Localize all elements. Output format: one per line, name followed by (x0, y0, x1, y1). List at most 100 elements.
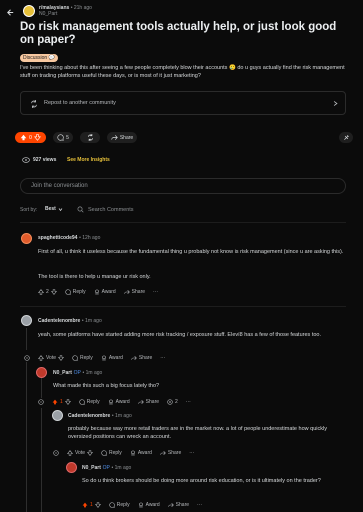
upvote-icon[interactable] (38, 354, 44, 361)
share-button[interactable]: Share (107, 132, 137, 143)
award-button[interactable] (339, 132, 353, 143)
share-icon (124, 289, 130, 294)
comment-time: • 1m ago (81, 318, 102, 324)
award-icon (102, 355, 106, 361)
award-button[interactable]: Award (130, 450, 152, 456)
share-button[interactable]: Share (138, 399, 159, 405)
comment-author[interactable]: N0_Part (53, 370, 72, 376)
reply-button[interactable]: Reply (79, 399, 100, 405)
vote-count: 2 (46, 288, 49, 295)
collapse-thread-icon[interactable] (53, 449, 59, 456)
share-icon (160, 450, 166, 455)
more-options-button[interactable]: ··· (189, 450, 194, 456)
replies-toggle[interactable]: 2 (167, 399, 178, 405)
repost-label: Repost to another community (44, 100, 116, 106)
comment-icon (109, 501, 115, 508)
reply-label: Reply (116, 501, 130, 508)
more-options-button[interactable]: ··· (197, 502, 202, 508)
comment-author[interactable]: N0_Part (82, 465, 101, 471)
vote-group: 1 (52, 399, 71, 405)
collapse-thread-icon[interactable] (24, 354, 30, 361)
upvote-icon[interactable] (38, 288, 44, 295)
avatar[interactable] (66, 462, 77, 473)
search-comments[interactable]: Search Comments (77, 206, 134, 213)
comment-author[interactable]: Cadentelenombre (68, 413, 110, 419)
downvote-icon[interactable] (58, 354, 64, 361)
share-button[interactable]: Share (168, 502, 189, 508)
views-count: 927 views (33, 157, 57, 163)
more-options-button[interactable]: ··· (160, 355, 165, 361)
comment-icon (101, 449, 107, 456)
reply-button[interactable]: Reply (72, 355, 93, 361)
award-button[interactable]: Award (101, 355, 123, 361)
comment-author[interactable]: spaghetticode94 (38, 235, 77, 241)
comment-time: • 1m ago (82, 370, 103, 376)
repost-icon (31, 100, 37, 108)
see-insights-link[interactable]: See More Insights (67, 157, 110, 163)
share-label: Share (131, 288, 146, 295)
avatar[interactable] (36, 367, 47, 378)
subreddit-avatar[interactable] (23, 5, 35, 17)
comment-author[interactable]: Cadentelenombre (38, 318, 80, 324)
subreddit-meta: r/malaysians • 21h ago N0_Part (39, 5, 92, 17)
award-button[interactable]: Award (94, 289, 116, 295)
sort-dropdown[interactable]: Best (45, 206, 63, 212)
more-options-button[interactable]: ··· (153, 289, 158, 295)
share-button[interactable]: Share (131, 355, 152, 361)
avatar[interactable] (52, 410, 63, 421)
post-author[interactable]: N0_Part (39, 11, 92, 17)
comment-meta: Cadentelenombre • 1m ago (38, 318, 102, 324)
comments-button[interactable]: 5 (53, 132, 73, 143)
comment-actions: 2 Reply Award Share ··· (38, 287, 158, 296)
award-icon (131, 450, 135, 456)
collapse-thread-icon[interactable] (38, 398, 44, 405)
upvote-icon[interactable] (20, 134, 27, 141)
comment-text: yeah, some platforms have started adding… (38, 332, 321, 338)
divider (20, 306, 346, 307)
downvote-icon[interactable] (87, 449, 93, 456)
meta-dot: • (70, 5, 73, 11)
back-button[interactable] (6, 8, 15, 17)
comment-time: • 12h ago (79, 235, 101, 241)
upvote-icon[interactable] (67, 449, 73, 456)
avatar[interactable] (21, 233, 32, 244)
share-button[interactable]: Share (160, 450, 181, 456)
vote-label: Vote (75, 449, 86, 456)
divider (20, 222, 346, 223)
reply-label: Reply (86, 398, 100, 405)
award-icon (108, 399, 113, 405)
vote-label: Vote (46, 354, 57, 361)
downvote-icon[interactable] (94, 501, 101, 508)
downvote-icon[interactable] (64, 398, 71, 405)
award-button[interactable]: Award (108, 399, 130, 405)
comment-actions: 1 Reply Award Share 2 ··· (38, 397, 191, 406)
comment-icon (65, 288, 71, 295)
reply-button[interactable]: Reply (109, 502, 130, 508)
reply-button[interactable]: Reply (65, 289, 86, 295)
comment-actions: 1 Reply Award Share ··· (82, 500, 202, 509)
upvote-icon[interactable] (52, 399, 58, 405)
share-label: Share (167, 449, 182, 456)
downvote-icon[interactable] (33, 134, 41, 141)
award-button[interactable]: Award (138, 502, 160, 508)
share-button[interactable]: Share (124, 289, 145, 295)
flair-badge[interactable]: Discussion 💬 (20, 54, 58, 62)
more-options-button[interactable]: ··· (186, 399, 191, 405)
share-icon (168, 502, 174, 507)
upvote-icon[interactable] (82, 502, 88, 508)
vote-group: 2 (38, 289, 57, 295)
downvote-icon[interactable] (50, 288, 57, 295)
share-icon (131, 355, 137, 360)
sort-value: Best (45, 206, 56, 212)
reply-label: Reply (80, 354, 93, 361)
join-conversation-input[interactable]: Join the conversation (20, 178, 346, 194)
share-icon (138, 399, 144, 404)
avatar[interactable] (21, 315, 32, 326)
repost-box[interactable]: Repost to another community (20, 91, 346, 115)
repost-button[interactable] (80, 132, 100, 143)
reply-button[interactable]: Reply (101, 450, 122, 456)
chevron-down-icon (58, 207, 63, 211)
award-label: Award (108, 354, 123, 361)
award-icon (343, 135, 349, 140)
comment-icon (79, 398, 85, 405)
